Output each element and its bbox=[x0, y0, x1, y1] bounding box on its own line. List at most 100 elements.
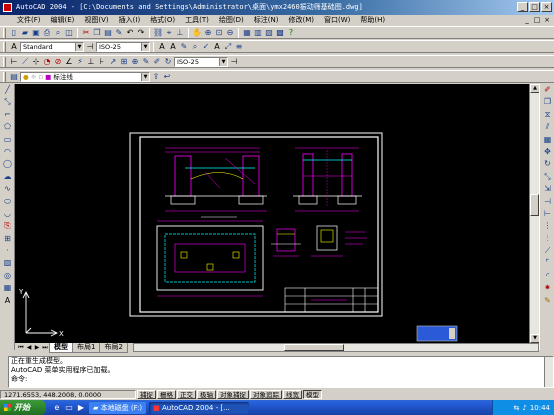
volume-icon[interactable]: ♪ bbox=[522, 404, 526, 412]
angular-dim-icon[interactable]: ∠ bbox=[64, 57, 74, 67]
layer-previous-icon[interactable]: ↩ bbox=[162, 72, 172, 82]
region-icon[interactable]: ◎ bbox=[1, 270, 14, 282]
menu-format[interactable]: 格式(O) bbox=[145, 15, 180, 26]
baseline-dim-icon[interactable]: ⊥ bbox=[86, 57, 96, 67]
aligned-dim-icon[interactable]: ⟋ bbox=[20, 57, 30, 67]
horizontal-scrollbar[interactable] bbox=[132, 343, 539, 352]
polygon-icon[interactable]: ⬠ bbox=[1, 121, 14, 133]
menu-insert[interactable]: 插入(I) bbox=[114, 15, 146, 26]
new-file-icon[interactable]: ▯ bbox=[9, 28, 19, 38]
tolerance-icon[interactable]: ⊞ bbox=[119, 57, 129, 67]
menu-file[interactable]: 文件(F) bbox=[12, 15, 46, 26]
model-toggle[interactable]: 模型 bbox=[303, 389, 322, 399]
text-style-dialog-icon[interactable]: A bbox=[212, 42, 222, 52]
dim-update-icon[interactable]: ↻ bbox=[163, 57, 173, 67]
print-preview-icon[interactable]: ⌕ bbox=[53, 28, 63, 38]
move-icon[interactable]: ✥ bbox=[541, 146, 554, 158]
explode-icon[interactable]: ✷ bbox=[541, 282, 554, 294]
network-icon[interactable]: ⇆ bbox=[513, 404, 519, 412]
grid-toggle[interactable]: 栅格 bbox=[157, 389, 176, 399]
erase-icon[interactable]: ✐ bbox=[541, 84, 554, 96]
menu-tools[interactable]: 工具(T) bbox=[180, 15, 214, 26]
radius-dim-icon[interactable]: ◔ bbox=[42, 57, 52, 67]
array-icon[interactable]: ▦ bbox=[541, 134, 554, 146]
vertical-scrollbar[interactable]: ▲ ▼ bbox=[529, 84, 540, 343]
menu-modify[interactable]: 修改(M) bbox=[283, 15, 319, 26]
design-center-icon[interactable]: ▥ bbox=[253, 28, 263, 38]
menu-draw[interactable]: 绘图(D) bbox=[214, 15, 249, 26]
menu-window[interactable]: 窗口(W) bbox=[319, 15, 355, 26]
lineweight-toggle[interactable]: 线宽 bbox=[283, 389, 302, 399]
taskbar-item-explorer[interactable]: ▰ 本地磁盘 (F:) bbox=[89, 401, 147, 414]
extend-icon[interactable]: ⊢ bbox=[541, 208, 554, 220]
copy-object-icon[interactable]: ❐ bbox=[541, 96, 554, 108]
multiline-text-icon[interactable]: A bbox=[157, 42, 167, 52]
command-prompt[interactable]: 命令: bbox=[9, 375, 553, 384]
text-style-select[interactable]: Standard ▼ bbox=[20, 41, 84, 52]
drawing-area[interactable]: Y X bbox=[15, 84, 529, 343]
leader-icon[interactable]: ↗ bbox=[108, 57, 118, 67]
zoom-realtime-icon[interactable]: ⊕ bbox=[203, 28, 213, 38]
make-object-layer-current-icon[interactable]: ⇪ bbox=[151, 72, 161, 82]
fillet-icon[interactable]: ◜ bbox=[541, 270, 554, 282]
polyline-icon[interactable]: ⌐ bbox=[1, 109, 14, 121]
text-style-icon[interactable]: A bbox=[9, 42, 19, 52]
undo-icon[interactable]: ↶ bbox=[125, 28, 135, 38]
scroll-thumb[interactable] bbox=[530, 194, 539, 216]
autocad-app-icon[interactable] bbox=[3, 3, 12, 12]
dim-style-dialog-icon[interactable]: ⊣ bbox=[229, 57, 239, 67]
menu-help[interactable]: 帮助(H) bbox=[355, 15, 390, 26]
taskbar-item-autocad[interactable]: ■ AutoCAD 2004 - [... bbox=[149, 401, 250, 414]
cut-icon[interactable]: ✂ bbox=[81, 28, 91, 38]
center-mark-icon[interactable]: ⊕ bbox=[130, 57, 140, 67]
linear-dim-icon[interactable]: ⊢ bbox=[9, 57, 19, 67]
otrack-toggle[interactable]: 对象追踪 bbox=[250, 389, 282, 399]
doc-close-button[interactable]: × bbox=[543, 16, 551, 24]
menu-dimension[interactable]: 标注(N) bbox=[249, 15, 284, 26]
multiline-text-icon[interactable]: A bbox=[1, 295, 14, 307]
help-icon[interactable]: ? bbox=[286, 28, 296, 38]
menu-edit[interactable]: 编辑(E) bbox=[46, 15, 80, 26]
tab-model[interactable]: 模型 bbox=[49, 343, 73, 353]
command-window[interactable]: 正在重生成模型。 AutoCAD 菜单实用程序已加载。 命令: bbox=[8, 356, 554, 388]
dim-text-edit-icon[interactable]: ✐ bbox=[152, 57, 162, 67]
hyperlink-icon[interactable]: ⛓ bbox=[153, 28, 163, 38]
media-player-icon[interactable]: ▶ bbox=[76, 403, 86, 413]
toolbar-grip[interactable] bbox=[3, 56, 6, 67]
scroll-thumb[interactable] bbox=[283, 344, 344, 351]
layer-select[interactable]: ● ☼ ▫ ■ 标注线 ▼ bbox=[20, 71, 150, 82]
trim-icon[interactable]: ⊣ bbox=[541, 196, 554, 208]
continue-dim-icon[interactable]: ⊦ bbox=[97, 57, 107, 67]
tab-next-icon[interactable]: ▶ bbox=[33, 343, 41, 352]
scale-text-icon[interactable]: ⤢ bbox=[223, 42, 233, 52]
doc-minimize-button[interactable]: _ bbox=[523, 16, 531, 24]
save-icon[interactable]: ▣ bbox=[31, 28, 41, 38]
toolbar-grip[interactable] bbox=[3, 41, 6, 52]
ucs-icon[interactable]: ⊥ bbox=[175, 28, 185, 38]
toolbar-grip[interactable] bbox=[3, 27, 6, 38]
ordinate-dim-icon[interactable]: ⊹ bbox=[31, 57, 41, 67]
quick-dim-icon[interactable]: ⚡ bbox=[75, 57, 85, 67]
hatch-icon[interactable]: ▨ bbox=[1, 257, 14, 269]
match-properties-icon[interactable]: ✎ bbox=[114, 28, 124, 38]
start-button[interactable]: 开始 bbox=[0, 400, 46, 415]
maximize-button[interactable]: □ bbox=[529, 2, 540, 12]
break-at-point-icon[interactable]: ⋮ bbox=[541, 220, 554, 232]
rectangle-icon[interactable]: ▭ bbox=[1, 134, 14, 146]
line-icon[interactable]: ╱ bbox=[1, 84, 14, 96]
dim-style-select[interactable]: ISO-25 ▼ bbox=[96, 41, 150, 52]
polar-toggle[interactable]: 极轴 bbox=[197, 389, 216, 399]
clock[interactable]: 10:44 bbox=[530, 404, 550, 412]
edit-text-icon[interactable]: ✎ bbox=[179, 42, 189, 52]
ellipse-arc-icon[interactable]: ◡ bbox=[1, 208, 14, 220]
spell-check-icon[interactable]: ✓ bbox=[201, 42, 211, 52]
coordinate-readout[interactable]: 1271.6553, 448.2008, 0.0000 bbox=[0, 389, 136, 399]
doc-restore-button[interactable]: □ bbox=[533, 16, 541, 24]
menu-view[interactable]: 视图(V) bbox=[79, 15, 113, 26]
redo-icon[interactable]: ↷ bbox=[136, 28, 146, 38]
stretch-icon[interactable]: ⇲ bbox=[541, 183, 554, 195]
table-icon[interactable]: ▦ bbox=[1, 282, 14, 294]
snap-toggle[interactable]: 捕捉 bbox=[137, 389, 156, 399]
tab-layout1[interactable]: 布局1 bbox=[72, 343, 101, 353]
copy-icon[interactable]: ❐ bbox=[92, 28, 102, 38]
